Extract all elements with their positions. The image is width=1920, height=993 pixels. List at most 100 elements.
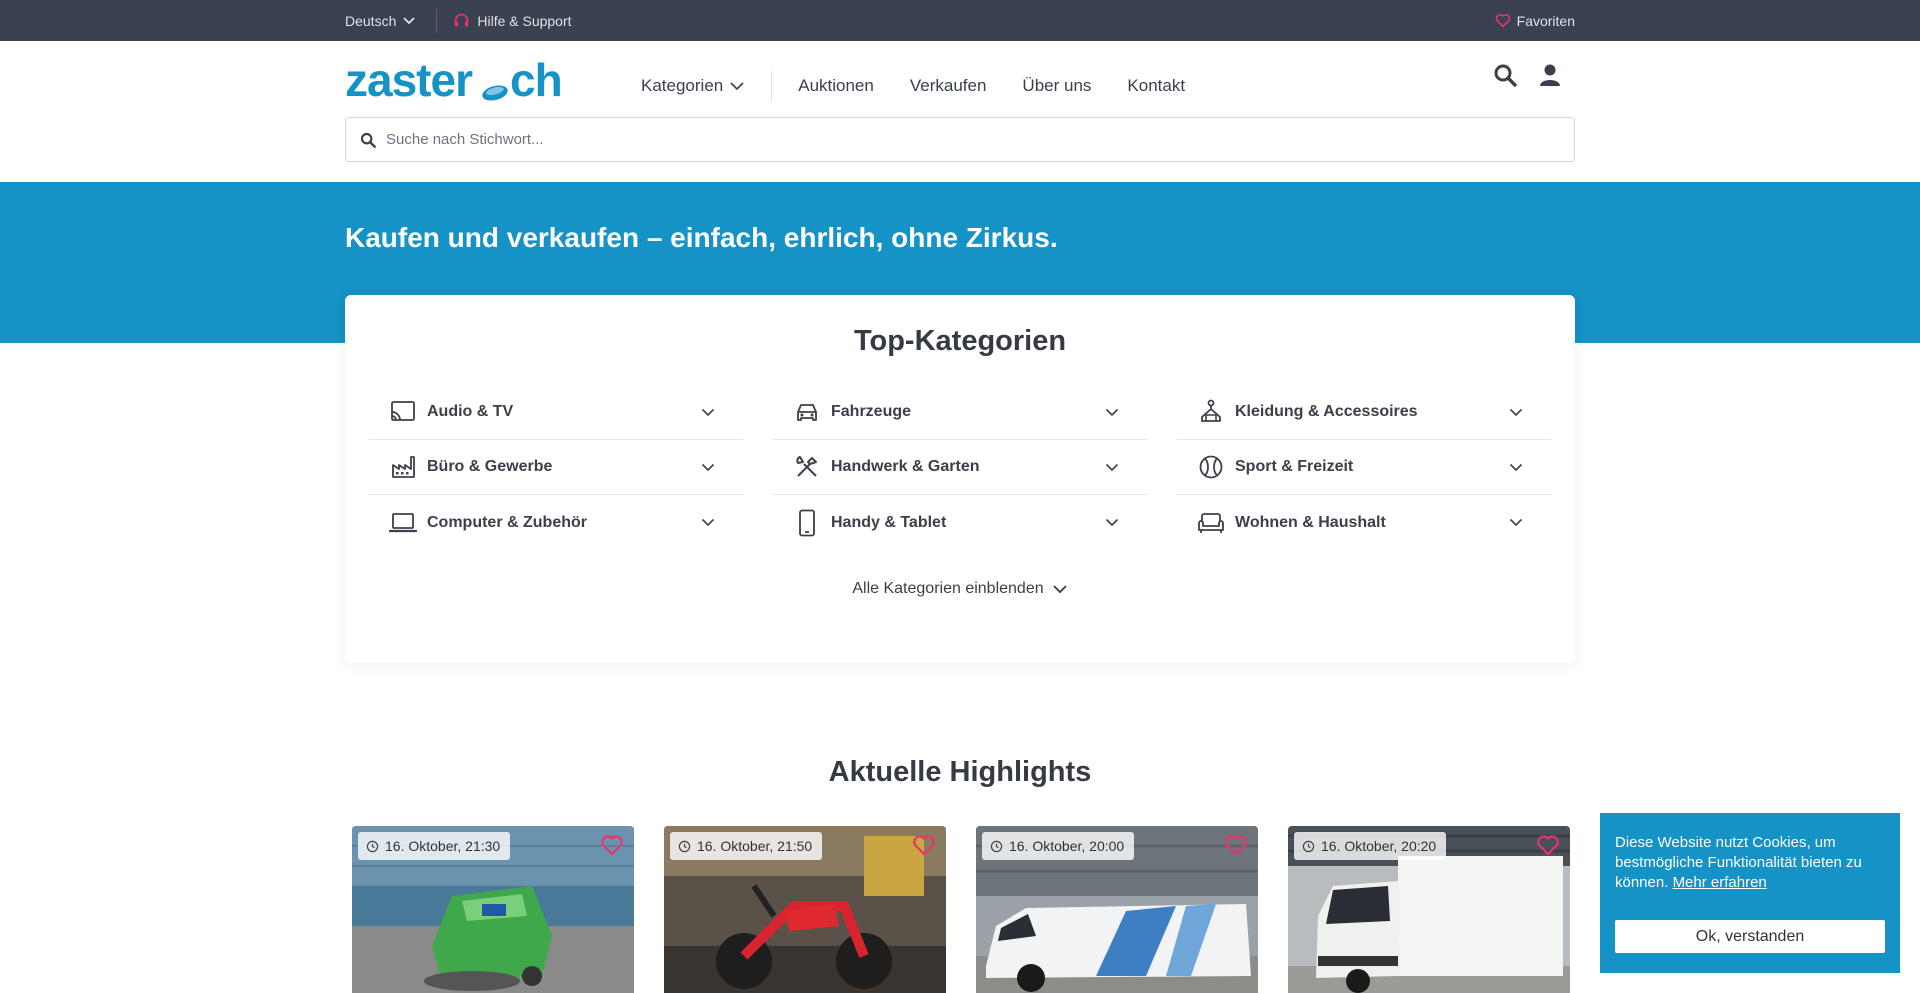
show-all-categories-label: Alle Kategorien einblenden [852, 580, 1044, 597]
favorites-link[interactable]: Favoriten [1495, 13, 1575, 29]
factory-icon [389, 453, 417, 481]
favorite-heart-icon[interactable] [600, 834, 624, 856]
auction-end-time: 16. Oktober, 21:50 [670, 832, 823, 860]
site-logo[interactable]: zaster ch [345, 58, 577, 106]
category-computer-accessories[interactable]: Computer & Zubehör [369, 495, 743, 550]
category-label: Fahrzeuge [831, 403, 912, 420]
nav-auctions[interactable]: Auktionen [798, 76, 874, 96]
category-home-household[interactable]: Wohnen & Haushalt [1177, 495, 1551, 550]
header-icons [1493, 63, 1561, 87]
laptop-icon [389, 509, 417, 537]
nav-divider [771, 71, 773, 101]
chevron-down-icon [1105, 518, 1119, 527]
svg-text:zaster: zaster [345, 58, 473, 106]
cookie-more-info-link[interactable]: Mehr erfahren [1673, 874, 1767, 891]
cookie-message: Diese Website nutzt Cookies, um bestmögl… [1615, 833, 1885, 893]
nav-contact[interactable]: Kontakt [1127, 76, 1185, 96]
auction-time-label: 16. Oktober, 21:30 [385, 838, 501, 854]
auction-end-time: 16. Oktober, 20:00 [982, 832, 1135, 860]
category-label: Kleidung & Accessoires [1235, 403, 1418, 420]
auction-time-label: 16. Oktober, 21:50 [697, 838, 813, 854]
nav-contact-label: Kontakt [1127, 76, 1186, 95]
clock-icon [990, 840, 1003, 852]
favorites-label: Favoriten [1516, 12, 1575, 29]
highlights-title: Aktuelle Highlights [828, 756, 1092, 788]
chevron-down-icon [1105, 408, 1119, 416]
sofa-icon [1197, 509, 1225, 537]
show-all-categories-button[interactable]: Alle Kategorien einblenden [345, 580, 1575, 598]
category-label: Wohnen & Haushalt [1235, 513, 1386, 531]
svg-text:ch: ch [510, 58, 562, 106]
category-label: Audio & TV [427, 403, 514, 420]
clock-icon [1302, 840, 1315, 852]
search-input[interactable] [386, 131, 1536, 148]
chevron-down-icon [1509, 518, 1523, 527]
highlight-item[interactable]: 16. Oktober, 21:30 [352, 826, 634, 993]
chevron-down-icon [1509, 408, 1523, 416]
user-account-icon[interactable] [1539, 63, 1561, 87]
cast-tv-icon [389, 398, 417, 426]
chevron-down-icon [403, 16, 415, 24]
cookie-accept-button[interactable]: Ok, verstanden [1615, 920, 1885, 953]
nav-sell-label: Verkaufen [909, 76, 987, 95]
clock-icon [366, 840, 379, 852]
chevron-down-icon [701, 408, 715, 416]
search-icon[interactable] [1493, 63, 1517, 87]
site-header: zaster ch Kategorien Auktionen Verkaufen… [0, 41, 1920, 182]
chevron-down-icon [701, 463, 715, 471]
auction-end-time: 16. Oktober, 20:20 [1294, 832, 1447, 860]
tools-icon [793, 453, 821, 481]
hanger-icon [1197, 398, 1225, 426]
favorite-heart-icon[interactable] [912, 834, 936, 856]
auction-time-label: 16. Oktober, 20:20 [1321, 838, 1437, 854]
top-bar-inner: Deutsch Hilfe & Support Favoriten [345, 0, 1575, 41]
category-label: Computer & Zubehör [427, 513, 587, 531]
language-label: Deutsch [345, 12, 397, 29]
category-label: Sport & Freizeit [1235, 458, 1354, 475]
language-selector[interactable]: Deutsch [345, 8, 438, 33]
phone-icon [793, 509, 821, 537]
category-office-business[interactable]: Büro & Gewerbe [369, 440, 743, 495]
category-phone-tablet[interactable]: Handy & Tablet [773, 495, 1147, 550]
highlight-item[interactable]: 16. Oktober, 20:00 [976, 826, 1258, 993]
clock-icon [678, 840, 691, 852]
top-categories-title: Top-Kategorien [853, 325, 1067, 357]
highlight-item[interactable]: 16. Oktober, 21:50 [664, 826, 946, 993]
help-support-link[interactable]: Hilfe & Support [437, 12, 572, 29]
cookie-banner: Diese Website nutzt Cookies, um bestmögl… [1600, 813, 1900, 973]
auction-time-label: 16. Oktober, 20:00 [1009, 838, 1125, 854]
category-crafts-garden[interactable]: Handwerk & Garten [773, 440, 1147, 495]
nav-auctions-label: Auktionen [798, 76, 874, 95]
help-label: Hilfe & Support [477, 12, 572, 29]
heart-icon [1495, 14, 1510, 28]
category-grid: Audio & TV Fahrzeuge Kleidung & Accessoi… [369, 385, 1551, 550]
chevron-down-icon [1105, 463, 1119, 471]
category-vehicles[interactable]: Fahrzeuge [773, 385, 1147, 440]
car-icon [793, 398, 821, 426]
main-nav: Kategorien Auktionen Verkaufen Über uns … [641, 71, 1185, 101]
hero-headline: Kaufen und verkaufen – einfach, ehrlich,… [345, 222, 1058, 253]
highlight-item[interactable]: 16. Oktober, 20:20 [1288, 826, 1570, 993]
chevron-down-icon [1509, 463, 1523, 471]
search-icon [360, 132, 376, 148]
nav-categories[interactable]: Kategorien [641, 76, 745, 96]
chevron-down-icon [1052, 585, 1067, 594]
category-audio-tv[interactable]: Audio & TV [369, 385, 743, 440]
category-label: Handy & Tablet [831, 513, 947, 531]
favorite-heart-icon[interactable] [1536, 834, 1560, 856]
nav-about-label: Über uns [1022, 76, 1092, 95]
auction-end-time: 16. Oktober, 21:30 [358, 832, 511, 860]
category-label: Handwerk & Garten [831, 458, 980, 475]
category-clothing[interactable]: Kleidung & Accessoires [1177, 385, 1551, 440]
chevron-down-icon [730, 82, 744, 91]
top-bar: Deutsch Hilfe & Support Favoriten [0, 0, 1920, 41]
search-bar[interactable] [345, 117, 1575, 162]
category-sports-leisure[interactable]: Sport & Freizeit [1177, 440, 1551, 495]
top-categories-card: Top-Kategorien Audio & TV Fahrzeuge Klei… [345, 295, 1575, 663]
headset-icon [455, 13, 469, 27]
nav-sell[interactable]: Verkaufen [910, 76, 987, 96]
category-label: Büro & Gewerbe [427, 458, 553, 475]
nav-about[interactable]: Über uns [1022, 76, 1091, 96]
chevron-down-icon [701, 518, 715, 527]
favorite-heart-icon[interactable] [1224, 834, 1248, 856]
